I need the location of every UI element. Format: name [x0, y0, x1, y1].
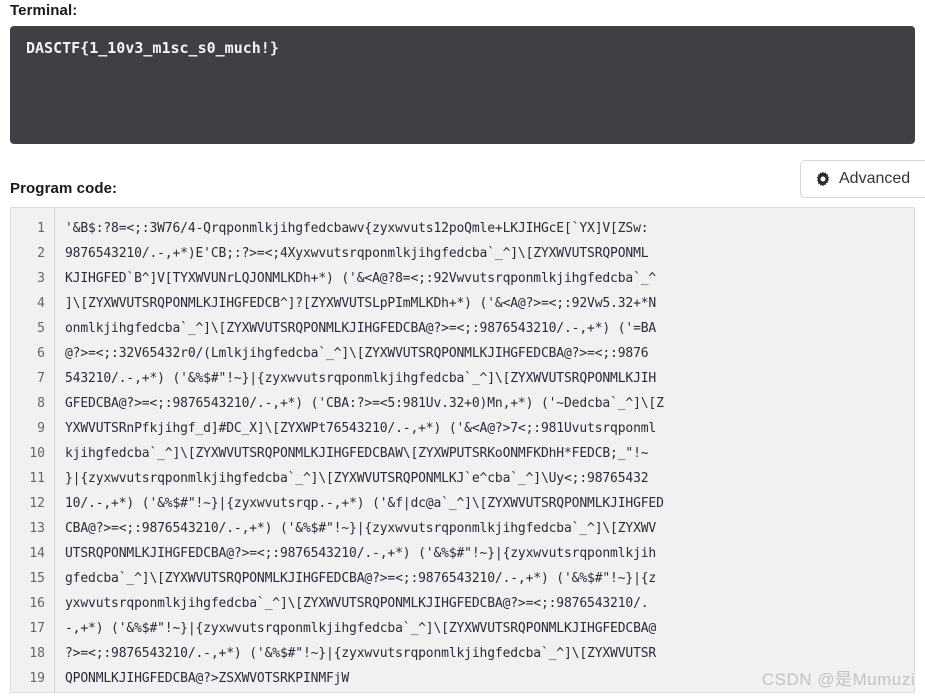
line-number: 3 [37, 271, 45, 286]
code-line[interactable]: kjihgfedcba`_^]\[ZYXWVUTSRQPONMLKJIHGFED… [65, 441, 914, 466]
code-line[interactable]: gfedcba`_^]\[ZYXWVUTSRQPONMLKJIHGFEDCBA@… [65, 566, 914, 591]
line-number: 7 [37, 371, 45, 386]
line-number: 5 [37, 321, 45, 336]
line-number: 9 [37, 421, 45, 436]
advanced-button[interactable]: Advanced [800, 160, 925, 198]
terminal-label: Terminal: [10, 2, 78, 19]
code-line[interactable]: ]\[ZYXWVUTSRQPONMLKJIHGFEDCB^]?[ZYXWVUTS… [65, 291, 914, 316]
advanced-button-label: Advanced [839, 170, 911, 187]
line-number: 18 [29, 646, 45, 661]
code-line[interactable]: GFEDCBA@?>=<;:9876543210/.-,+*) ('CBA:?>… [65, 391, 914, 416]
code-line[interactable]: -,+*) ('&%$#"!~}|{zyxwvutsrqponmlkjihgfe… [65, 616, 914, 641]
line-number: 12 [29, 496, 45, 511]
line-number: 16 [29, 596, 45, 611]
line-number: 19 [29, 671, 45, 686]
terminal-output-panel: DASCTF{1_10v3_m1sc_s0_much!} [10, 26, 915, 144]
code-line[interactable]: 9876543210/.-,+*)E'CB;:?>=<;4Xyxwvutsrqp… [65, 241, 914, 266]
line-number: 4 [37, 296, 45, 311]
code-line[interactable]: onmlkjihgfedcba`_^]\[ZYXWVUTSRQPONMLKJIH… [65, 316, 914, 341]
line-number: 17 [29, 621, 45, 636]
code-line[interactable]: yxwvutsrqponmlkjihgfedcba`_^]\[ZYXWVUTSR… [65, 591, 914, 616]
code-line[interactable]: 10/.-,+*) ('&%$#"!~}|{zyxwvutsrqp.-,+*) … [65, 491, 914, 516]
line-number: 11 [29, 471, 45, 486]
code-editor[interactable]: 1 2 3 4 5 6 7 8 9 10 11 12 13 14 15 16 17 18 19 '&B$:?8=<;… [10, 207, 915, 693]
code-line[interactable]: UTSRQPONMLKJIHGFEDCBA@?>=<;:9876543210/.… [65, 541, 914, 566]
line-number: 10 [29, 446, 45, 461]
code-content[interactable]: '&B$:?8=<;:3W76/4-Qrqponmlkjihgfedcbawv{… [55, 208, 914, 692]
terminal-output-text: DASCTF{1_10v3_m1sc_s0_much!} [26, 39, 279, 57]
code-line[interactable]: YXWVUTSRnPfkjihgf_d]#DC_X]\[ZYXWPt765432… [65, 416, 914, 441]
code-line[interactable]: QPONMLKJIHGFEDCBA@?>ZSXWVOTSRKPINMFjW [65, 666, 914, 691]
code-gutter: 1 2 3 4 5 6 7 8 9 10 11 12 13 14 15 16 17 18 19 [11, 208, 55, 692]
code-line[interactable]: 543210/.-,+*) ('&%$#"!~}|{zyxwvutsrqponm… [65, 366, 914, 391]
code-line[interactable]: CBA@?>=<;:9876543210/.-,+*) ('&%$#"!~}|{… [65, 516, 914, 541]
line-number: 15 [29, 571, 45, 586]
line-number: 2 [37, 246, 45, 261]
code-line[interactable]: KJIHGFED`B^]V[TYXWVUNrLQJONMLKDh+*) ('&<… [65, 266, 914, 291]
code-line[interactable]: ?>=<;:9876543210/.-,+*) ('&%$#"!~}|{zyxw… [65, 641, 914, 666]
code-line[interactable]: }|{zyxwvutsrqponmlkjihgfedcba`_^]\[ZYXWV… [65, 466, 914, 491]
code-line[interactable]: '&B$:?8=<;:3W76/4-Qrqponmlkjihgfedcbawv{… [65, 216, 914, 241]
program-code-label: Program code: [10, 180, 118, 197]
gear-icon [815, 171, 831, 187]
line-number: 13 [29, 521, 45, 536]
line-number: 8 [37, 396, 45, 411]
line-number: 14 [29, 546, 45, 561]
code-line[interactable]: @?>=<;:32V65432r0/(Lmlkjihgfedcba`_^]\[Z… [65, 341, 914, 366]
line-number: 6 [37, 346, 45, 361]
line-number: 1 [37, 221, 45, 236]
